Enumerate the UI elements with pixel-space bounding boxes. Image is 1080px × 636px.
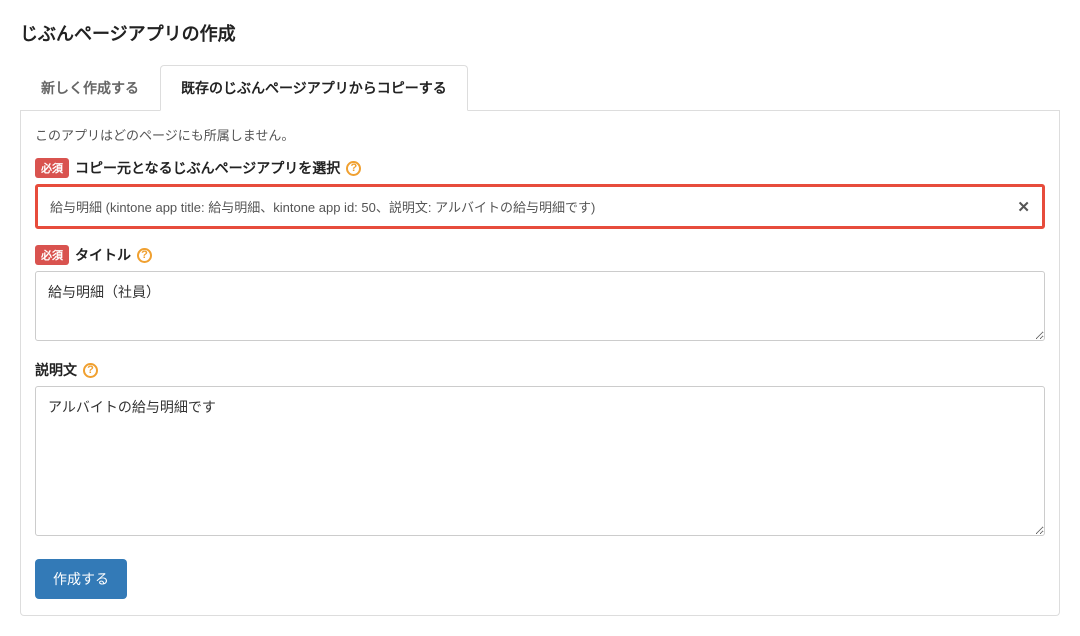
help-icon[interactable]: ? — [83, 363, 98, 378]
title-label: タイトル — [75, 245, 131, 265]
tab-panel: このアプリはどのページにも所属しません。 必須 コピー元となるじぶんページアプリ… — [20, 111, 1060, 616]
help-icon[interactable]: ? — [346, 161, 361, 176]
field-description: 説明文 ? — [35, 360, 1045, 539]
tab-copy[interactable]: 既存のじぶんページアプリからコピーする — [160, 65, 468, 111]
tab-new[interactable]: 新しく作成する — [20, 65, 160, 111]
submit-button[interactable]: 作成する — [35, 559, 127, 599]
copy-source-label: コピー元となるじぶんページアプリを選択 — [75, 158, 340, 178]
description-label: 説明文 — [35, 360, 77, 380]
notice-text: このアプリはどのページにも所属しません。 — [35, 125, 1045, 144]
description-input[interactable] — [35, 386, 1045, 536]
required-badge: 必須 — [35, 245, 69, 265]
field-label-row: 必須 タイトル ? — [35, 245, 1045, 265]
field-label-row: 必須 コピー元となるじぶんページアプリを選択 ? — [35, 158, 1045, 178]
field-label-row: 説明文 ? — [35, 360, 1045, 380]
required-badge: 必須 — [35, 158, 69, 178]
clear-icon[interactable]: ✕ — [1017, 198, 1030, 216]
help-icon[interactable]: ? — [137, 248, 152, 263]
field-title: 必須 タイトル ? — [35, 245, 1045, 344]
copy-source-select[interactable]: 給与明細 (kintone app title: 給与明細、kintone ap… — [35, 184, 1045, 229]
tabs: 新しく作成する 既存のじぶんページアプリからコピーする — [20, 64, 1060, 111]
page-title: じぶんページアプリの作成 — [20, 20, 1060, 46]
title-input[interactable] — [35, 271, 1045, 341]
field-copy-source: 必須 コピー元となるじぶんページアプリを選択 ? 給与明細 (kintone a… — [35, 158, 1045, 229]
copy-source-value: 給与明細 (kintone app title: 給与明細、kintone ap… — [50, 197, 595, 216]
